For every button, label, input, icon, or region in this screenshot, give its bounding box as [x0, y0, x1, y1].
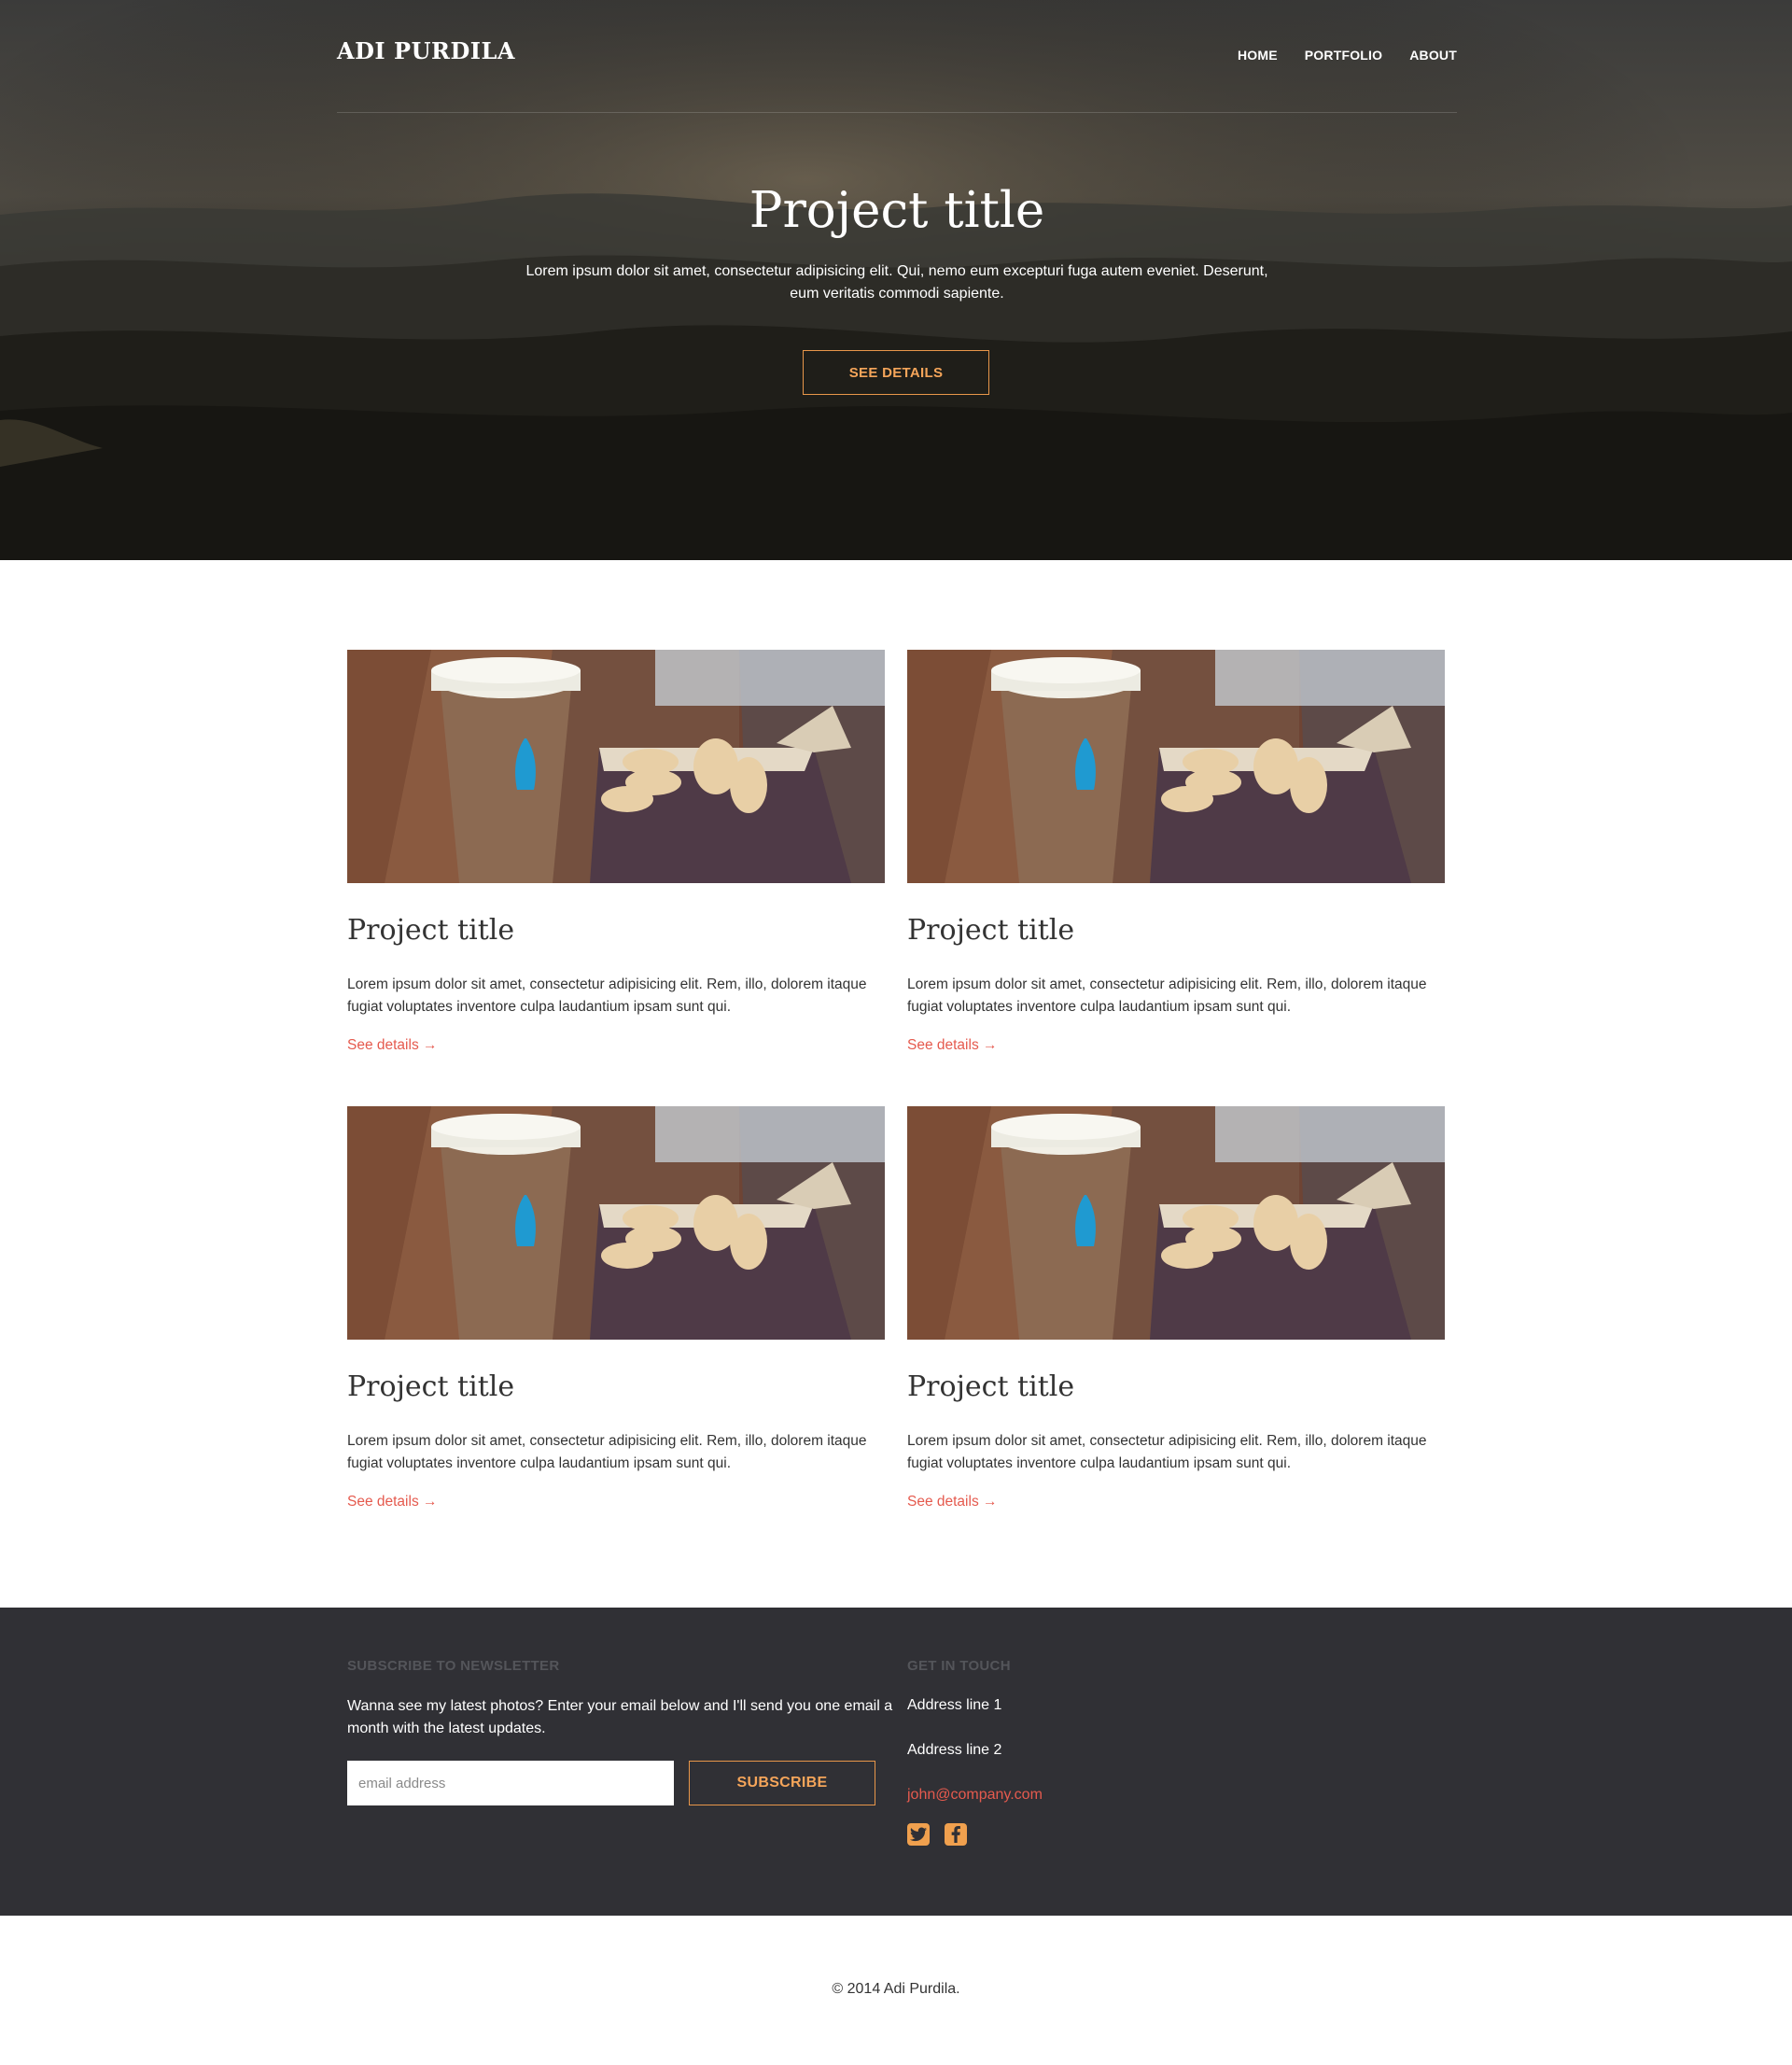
- address-line-1: Address line 1: [907, 1697, 1002, 1713]
- project-thumbnail[interactable]: [347, 650, 885, 883]
- project-card: Project title Lorem ipsum dolor sit amet…: [347, 1106, 885, 1510]
- site-footer: SUBSCRIBE TO NEWSLETTER Wanna see my lat…: [0, 1608, 1792, 1916]
- see-details-link[interactable]: See details →: [347, 1037, 438, 1054]
- project-title: Project title: [907, 914, 1075, 947]
- copyright-bar: © 2014 Adi Purdila.: [0, 1916, 1792, 2065]
- project-card: Project title Lorem ipsum dolor sit amet…: [907, 1106, 1445, 1510]
- facebook-icon[interactable]: [945, 1823, 967, 1846]
- project-description: Lorem ipsum dolor sit amet, consectetur …: [347, 976, 867, 1015]
- newsletter-text: Wanna see my latest photos? Enter your e…: [347, 1698, 893, 1736]
- subscribe-button[interactable]: SUBSCRIBE: [689, 1761, 875, 1805]
- hero-title: Project title: [749, 182, 1045, 239]
- twitter-icon[interactable]: [907, 1823, 930, 1846]
- hero-description: Lorem ipsum dolor sit amet, consectetur …: [525, 263, 1268, 302]
- project-description: Lorem ipsum dolor sit amet, consectetur …: [907, 1433, 1427, 1471]
- nav-item-portfolio[interactable]: PORTFOLIO: [1305, 48, 1382, 63]
- email-input[interactable]: [347, 1761, 674, 1805]
- see-details-link[interactable]: See details →: [347, 1494, 438, 1510]
- project-thumbnail[interactable]: [907, 1106, 1445, 1340]
- hero-section: ADI PURDILA HOME PORTFOLIO ABOUT Project…: [0, 0, 1792, 560]
- site-header: ADI PURDILA HOME PORTFOLIO ABOUT: [337, 0, 1457, 113]
- project-card: Project title Lorem ipsum dolor sit amet…: [347, 650, 885, 1053]
- project-description: Lorem ipsum dolor sit amet, consectetur …: [347, 1433, 867, 1471]
- site-brand[interactable]: ADI PURDILA: [337, 37, 515, 64]
- projects-grid: Project title Lorem ipsum dolor sit amet…: [0, 560, 1792, 1608]
- contact-heading: GET IN TOUCH: [907, 1658, 1011, 1674]
- project-title: Project title: [347, 1370, 515, 1403]
- main-nav: HOME PORTFOLIO ABOUT: [1238, 48, 1457, 63]
- see-details-button[interactable]: SEE DETAILS: [803, 350, 989, 395]
- project-title: Project title: [907, 1370, 1075, 1403]
- newsletter-section: SUBSCRIBE TO NEWSLETTER Wanna see my lat…: [347, 1608, 898, 1916]
- hero-content: ADI PURDILA HOME PORTFOLIO ABOUT Project…: [337, 0, 1457, 560]
- project-card: Project title Lorem ipsum dolor sit amet…: [907, 650, 1445, 1053]
- contact-section: GET IN TOUCH Address line 1 Address line…: [907, 1608, 1458, 1916]
- project-thumbnail[interactable]: [347, 1106, 885, 1340]
- address-line-2: Address line 2: [907, 1742, 1002, 1758]
- nav-item-home[interactable]: HOME: [1238, 48, 1278, 63]
- newsletter-heading: SUBSCRIBE TO NEWSLETTER: [347, 1658, 560, 1674]
- copyright-text: © 2014 Adi Purdila.: [832, 1981, 960, 1997]
- project-description: Lorem ipsum dolor sit amet, consectetur …: [907, 976, 1427, 1015]
- nav-item-about[interactable]: ABOUT: [1409, 48, 1457, 63]
- see-details-link[interactable]: See details →: [907, 1494, 998, 1510]
- project-thumbnail[interactable]: [907, 650, 1445, 883]
- see-details-link[interactable]: See details →: [907, 1037, 998, 1054]
- project-title: Project title: [347, 914, 515, 947]
- social-links: [907, 1823, 967, 1846]
- contact-email-link[interactable]: john@company.com: [907, 1787, 1043, 1804]
